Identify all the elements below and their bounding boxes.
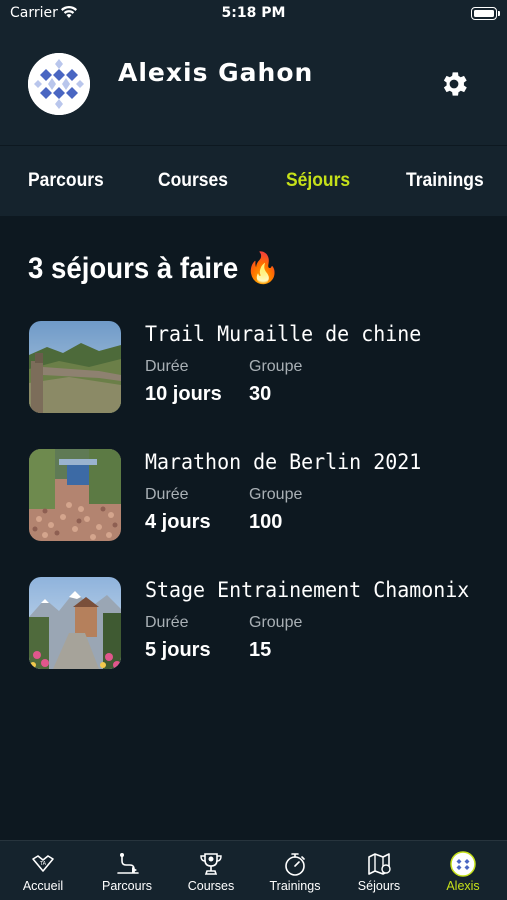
nav-label: Accueil — [22, 879, 64, 893]
svg-text:TA: TA — [39, 861, 47, 867]
user-name: Alexis Gahon — [118, 58, 314, 87]
trip-item[interactable]: Trail Muraille de chine Durée Groupe 10 … — [0, 321, 507, 416]
group-label: Groupe — [249, 486, 303, 503]
trip-title: Marathon de Berlin 2021 — [145, 450, 422, 474]
segment-tabs: Parcours Courses Séjours Trainings — [0, 145, 507, 216]
status-bar: Carrier 5:18 PM — [0, 0, 507, 28]
group-label: Groupe — [249, 614, 303, 631]
tab-sejours[interactable]: Séjours — [286, 170, 350, 192]
group-value: 100 — [249, 511, 283, 533]
trophy-icon — [200, 853, 222, 875]
nav-parcours[interactable]: Parcours — [85, 841, 169, 900]
page-title: 3 séjours à faire 🔥 — [28, 252, 281, 285]
map-icon — [368, 853, 391, 875]
tab-parcours[interactable]: Parcours — [28, 170, 104, 192]
trip-title: Stage Entrainement Chamonix — [145, 578, 470, 602]
chamonix-photo — [29, 577, 121, 669]
tab-trainings[interactable]: Trainings — [406, 170, 484, 192]
avatar[interactable] — [28, 53, 90, 115]
nav-label: Alexis — [446, 879, 480, 893]
nav-trainings[interactable]: Trainings — [253, 841, 337, 900]
group-value: 30 — [249, 383, 272, 405]
avatar-icon — [450, 851, 476, 877]
group-value: 15 — [249, 639, 272, 661]
nav-sejours[interactable]: Séjours — [337, 841, 421, 900]
duration-label: Durée — [145, 614, 189, 631]
battery-icon — [471, 7, 500, 20]
nav-label: Courses — [187, 879, 235, 893]
avatar-pattern-icon — [28, 53, 90, 115]
duration-label: Durée — [145, 358, 189, 375]
duration-value: 10 jours — [145, 383, 222, 405]
bottom-nav: TA Accueil Parcours Courses Trainings Sé… — [0, 840, 507, 900]
nav-courses[interactable]: Courses — [169, 841, 253, 900]
group-label: Groupe — [249, 358, 303, 375]
profile-header: Alexis Gahon — [0, 28, 507, 145]
nav-label: Séjours — [357, 879, 401, 893]
duration-value: 4 jours — [145, 511, 211, 533]
nav-accueil[interactable]: TA Accueil — [1, 841, 85, 900]
route-icon — [117, 853, 139, 874]
nav-alexis[interactable]: Alexis — [421, 841, 505, 900]
marathon-crowd-photo — [29, 449, 121, 541]
trip-title: Trail Muraille de chine — [145, 322, 422, 346]
gear-icon[interactable] — [438, 68, 470, 100]
duration-value: 5 jours — [145, 639, 211, 661]
trip-item[interactable]: Stage Entrainement Chamonix Durée Groupe… — [0, 577, 507, 672]
nav-label: Parcours — [101, 879, 153, 893]
tab-courses[interactable]: Courses — [158, 170, 228, 192]
status-time: 5:18 PM — [221, 5, 286, 21]
stopwatch-icon — [285, 853, 305, 876]
great-wall-photo — [29, 321, 121, 413]
trip-item[interactable]: Marathon de Berlin 2021 Durée Groupe 4 j… — [0, 449, 507, 544]
nav-label: Trainings — [269, 879, 321, 893]
home-icon: TA — [32, 855, 54, 872]
duration-label: Durée — [145, 486, 189, 503]
